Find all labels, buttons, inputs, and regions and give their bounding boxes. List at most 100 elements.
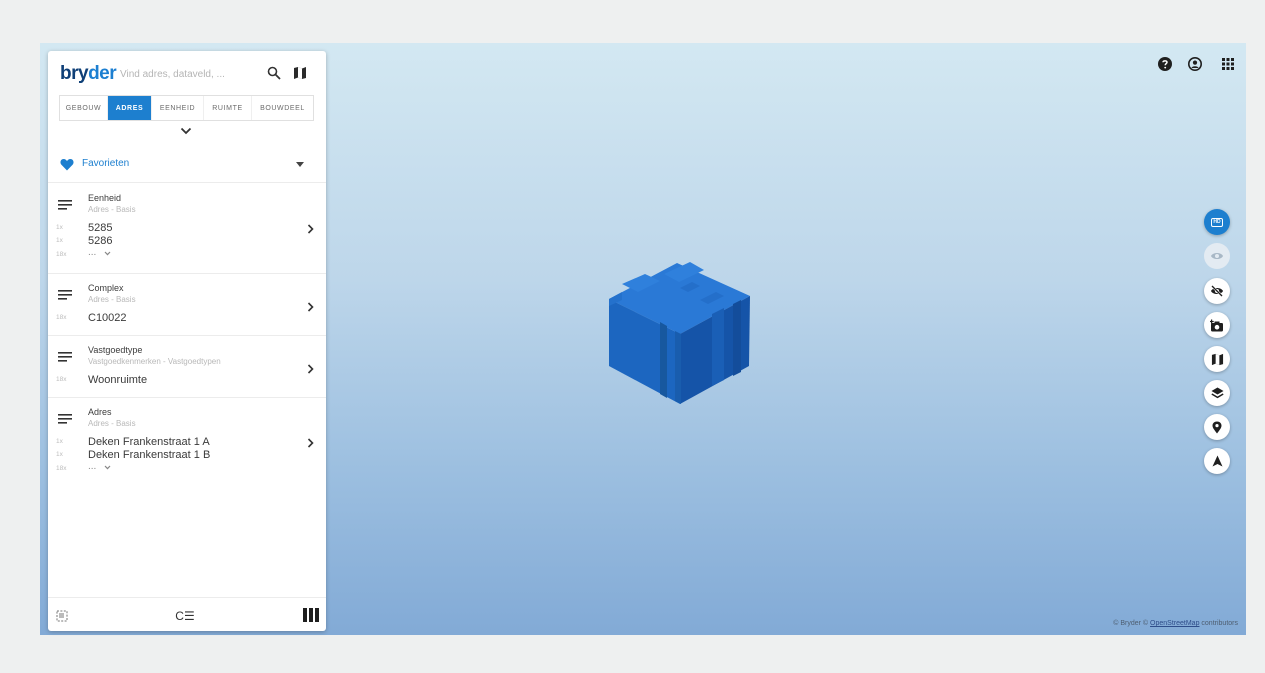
chevron-right-icon[interactable] <box>307 302 314 312</box>
map-mode-button[interactable] <box>1204 346 1230 372</box>
chevron-down-icon <box>104 251 111 256</box>
card-subtitle: Vastgoedkenmerken - Vastgoedtypen <box>88 357 221 366</box>
value-row: 1x 5285 <box>56 222 256 234</box>
help-icon <box>1158 57 1172 71</box>
tab-ruimte[interactable]: RUIMTE <box>204 96 252 120</box>
compass-button[interactable] <box>1204 448 1230 474</box>
heart-icon <box>60 159 74 171</box>
account-button[interactable] <box>1187 56 1203 72</box>
location-button[interactable] <box>1204 414 1230 440</box>
chevron-right-icon[interactable] <box>307 438 314 448</box>
tab-gebouw[interactable]: GEBOUW <box>60 96 108 120</box>
logo-text-part2: der <box>88 63 117 84</box>
list-icon <box>58 290 72 300</box>
value-count: 18x <box>56 251 67 258</box>
center-list-button[interactable]: C☰ <box>170 607 200 625</box>
card-title: Vastgoedtype <box>88 345 143 355</box>
eye-off-icon <box>1211 285 1223 297</box>
apps-button[interactable] <box>1220 56 1236 72</box>
value-text: Deken Frankenstraat 1 A <box>88 436 210 448</box>
account-icon <box>1188 57 1202 71</box>
info-card-eenheid[interactable]: Eenheid Adres - Basis 1x 5285 1x 5286 18… <box>48 184 326 274</box>
chevron-right-icon[interactable] <box>307 224 314 234</box>
hd-label: HD <box>1211 217 1223 227</box>
chevron-right-icon[interactable] <box>307 364 314 374</box>
map-icon <box>1211 353 1223 365</box>
layers-button[interactable] <box>1204 380 1230 406</box>
value-text: C10022 <box>88 312 127 324</box>
more-ellipsis: ... <box>88 461 97 472</box>
hide-button[interactable] <box>1204 278 1230 304</box>
search-bar: bryder <box>48 51 326 93</box>
help-button[interactable] <box>1157 56 1173 72</box>
value-row: 18x C10022 <box>56 312 256 324</box>
info-card-adres[interactable]: Adres Adres - Basis 1x Deken Frankenstra… <box>48 398 326 488</box>
value-count: 18x <box>56 465 67 472</box>
info-card-vastgoedtype[interactable]: Vastgoedtype Vastgoedkenmerken - Vastgoe… <box>48 336 326 398</box>
value-count: 18x <box>56 314 67 321</box>
value-count: 1x <box>56 237 63 244</box>
value-text: Deken Frankenstraat 1 B <box>88 449 211 461</box>
favorites-selector[interactable]: Favorieten <box>48 147 326 183</box>
camera-plus-icon <box>1210 319 1223 331</box>
layers-icon <box>1210 387 1224 399</box>
openstreetmap-link[interactable]: OpenStreetMap <box>1150 620 1199 627</box>
map-icon <box>294 67 306 79</box>
tab-adres[interactable]: ADRES <box>108 96 152 120</box>
chevron-down-icon <box>180 127 192 135</box>
value-row: 1x Deken Frankenstraat 1 A <box>56 436 256 448</box>
columns-view-button[interactable] <box>302 607 320 623</box>
expand-tabs-button[interactable] <box>176 124 196 138</box>
value-text: 5286 <box>88 235 113 247</box>
card-subtitle: Adres - Basis <box>88 419 136 428</box>
value-count: 1x <box>56 451 63 458</box>
list-icon <box>58 200 72 210</box>
tab-bouwdeel[interactable]: BOUWDEEL <box>252 96 313 120</box>
show-more-row[interactable]: 18x ... <box>56 247 256 261</box>
favorites-label: Favorieten <box>82 158 130 169</box>
attribution-suffix: contributors <box>1199 620 1238 627</box>
map-button[interactable] <box>290 63 310 83</box>
chevron-down-icon <box>104 465 111 470</box>
search-button[interactable] <box>264 63 284 83</box>
attribution-prefix: © Bryder © <box>1113 620 1151 627</box>
card-title: Complex <box>88 283 124 293</box>
value-count: 18x <box>56 376 67 383</box>
value-row: 1x 5286 <box>56 235 256 247</box>
map-attribution: © Bryder © OpenStreetMap contributors <box>1000 620 1238 627</box>
value-row: 1x Deken Frankenstraat 1 B <box>56 449 256 461</box>
caret-down-icon <box>296 162 304 167</box>
eye-icon <box>1211 253 1223 259</box>
visibility-button[interactable] <box>1204 243 1230 269</box>
card-title: Adres <box>88 407 112 417</box>
more-ellipsis: ... <box>88 247 97 258</box>
entity-tabs: GEBOUW ADRES EENHEID RUIMTE BOUWDEEL <box>59 95 314 121</box>
side-panel: bryder GEBOUW ADRES EENHEID RUIMTE BOUWD… <box>48 51 326 631</box>
card-title: Eenheid <box>88 193 122 203</box>
dashed-square-icon <box>56 610 68 622</box>
search-icon <box>267 66 281 80</box>
list-icon <box>58 352 72 362</box>
screenshot-button[interactable] <box>1204 312 1230 338</box>
show-more-row[interactable]: 18x ... <box>56 461 256 475</box>
location-pin-icon <box>1212 421 1222 433</box>
value-count: 1x <box>56 224 63 231</box>
logo-text-part1: bry <box>60 63 89 84</box>
grid-icon <box>1222 58 1234 70</box>
list-icon <box>58 414 72 424</box>
card-subtitle: Adres - Basis <box>88 295 136 304</box>
info-card-complex[interactable]: Complex Adres - Basis 18x C10022 <box>48 274 326 336</box>
card-subtitle: Adres - Basis <box>88 205 136 214</box>
bryder-logo[interactable]: bryder <box>60 63 117 85</box>
list-toggle-icon: C☰ <box>175 609 195 623</box>
value-count: 1x <box>56 438 63 445</box>
search-input[interactable] <box>120 66 260 82</box>
tab-eenheid[interactable]: EENHEID <box>152 96 204 120</box>
columns-icon <box>303 608 319 622</box>
navigation-arrow-icon <box>1212 455 1222 467</box>
select-area-button[interactable] <box>54 608 70 624</box>
panel-footer: C☰ <box>48 597 326 631</box>
value-text: Woonruimte <box>88 374 148 386</box>
value-text: 5285 <box>88 222 113 234</box>
hd-toggle-button[interactable]: HD <box>1204 209 1230 235</box>
